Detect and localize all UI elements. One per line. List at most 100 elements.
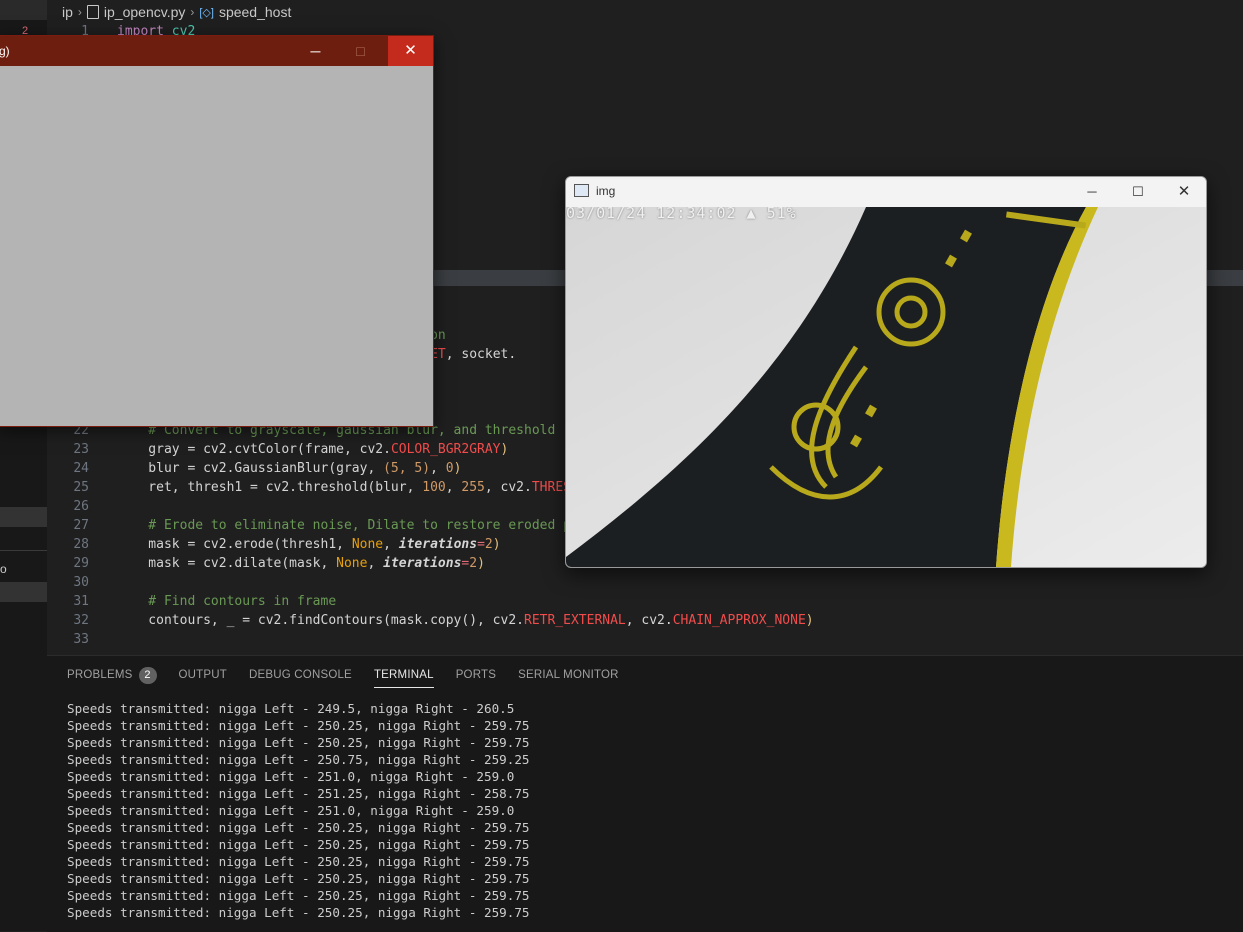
terminal-line: Speeds transmitted: nigga Left - 250.25,…: [67, 820, 530, 835]
line-number: 32: [73, 613, 89, 628]
line-number: 29: [73, 556, 89, 571]
code-token: =: [477, 537, 485, 552]
code-token: ,: [430, 461, 446, 476]
code-token: (5, 5): [383, 461, 431, 476]
code-token: ): [805, 613, 814, 628]
code-token: None: [336, 556, 368, 571]
line-number: 26: [73, 499, 89, 514]
window-title: img: [596, 184, 616, 198]
code-text: ret, thresh1 = cv2.threshold(blur, 100 , …: [117, 478, 579, 497]
terminal-line: Speeds transmitted: nigga Left - 250.25,…: [67, 718, 530, 733]
code-token: ): [453, 461, 462, 476]
tab-label: TERMINAL: [373, 669, 434, 681]
tab-label: DEBUG CONSOLE: [249, 669, 352, 681]
code-token: COLOR_BGR2GRAY: [390, 442, 501, 457]
terminal-line: Speeds transmitted: nigga Left - 251.0, …: [67, 803, 515, 818]
code-token: ,: [445, 480, 462, 495]
terminal-line: Speeds transmitted: nigga Left - 251.25,…: [67, 786, 530, 801]
terminal-line: Speeds transmitted: nigga Left - 250.25,…: [67, 735, 530, 750]
code-token: , socket.: [445, 347, 517, 362]
sidebar-row[interactable]: [0, 0, 47, 20]
code-token: 2: [469, 556, 478, 571]
sidebar-row-selected-2[interactable]: [0, 582, 47, 602]
code-token: None: [351, 537, 384, 552]
tab-label: PROBLEMS: [67, 669, 133, 681]
terminal-line: Speeds transmitted: nigga Left - 250.25,…: [67, 888, 530, 903]
line-number: 31: [73, 594, 89, 609]
code-token: 2: [484, 537, 493, 552]
terminal-output[interactable]: Speeds transmitted: nigga Left - 249.5, …: [67, 700, 530, 921]
code-token: contours, _ = cv2.findContours(mask.copy…: [117, 613, 524, 628]
tab-problems[interactable]: PROBLEMS 2: [67, 666, 168, 692]
maximize-button[interactable]: ☐: [1115, 177, 1161, 207]
sidebar-row-selected[interactable]: [0, 507, 47, 527]
camera-image: [566, 207, 1206, 567]
line-number: 30: [73, 575, 89, 590]
code-token: ,: [367, 556, 384, 571]
breadcrumb: ip › ip_opencv.py › [◇] speed_host: [62, 3, 291, 21]
sidebar-divider: [0, 550, 47, 551]
line-number: 27: [73, 518, 89, 533]
bottom-panel: PROBLEMS 2 OUTPUT DEBUG CONSOLE TERMINAL PORT…: [47, 655, 1243, 932]
chevron-right-icon: ›: [190, 5, 195, 19]
camera-frame: 03/01/24 12:34:02 ▲ 51%: [566, 207, 1206, 567]
code-line[interactable]: 33: [47, 630, 1243, 649]
code-text: contours, _ = cv2.findContours(mask.copy…: [117, 611, 814, 630]
sidebar-item-label[interactable]: o: [0, 562, 7, 576]
tab-debug-console[interactable]: DEBUG CONSOLE: [238, 666, 363, 692]
window-titlebar[interactable]: img ─ ☐ ✕: [566, 177, 1206, 207]
line-number: 23: [73, 442, 89, 457]
terminal-line: Speeds transmitted: nigga Left - 250.25,…: [67, 905, 530, 920]
code-token: CHAIN_APPROX_NONE: [672, 613, 806, 628]
tab-label: PORTS: [455, 669, 497, 681]
line-number: 33: [73, 632, 89, 647]
chevron-right-icon: ›: [77, 5, 82, 19]
tab-label: SERIAL MONITOR: [518, 669, 619, 681]
tab-ports[interactable]: PORTS: [445, 666, 507, 692]
window-titlebar[interactable]: g) ─ □ ✕: [0, 36, 433, 66]
maximize-button[interactable]: □: [338, 36, 383, 66]
problems-count-badge: 2: [138, 667, 157, 684]
minimize-button[interactable]: ─: [293, 36, 338, 66]
terminal-line: Speeds transmitted: nigga Left - 250.25,…: [67, 837, 530, 852]
file-icon: [86, 5, 99, 19]
close-button[interactable]: ✕: [1161, 177, 1206, 207]
code-token: mask = cv2.dilate(mask,: [117, 556, 337, 571]
code-line[interactable]: 31 # Find contours in frame: [47, 592, 1243, 611]
code-token: ,: [383, 537, 399, 552]
breadcrumb-file[interactable]: ip_opencv.py: [104, 4, 185, 20]
opencv-window-mask[interactable]: g) ─ □ ✕: [0, 35, 434, 427]
code-token: gray = cv2.cvtColor(frame, cv2.: [117, 442, 391, 457]
code-text: mask = cv2.erode(thresh1, None, iteratio…: [117, 535, 500, 554]
minimize-button[interactable]: ─: [1069, 177, 1115, 207]
close-button[interactable]: ✕: [388, 36, 433, 66]
window-title: g): [0, 44, 10, 58]
code-text: # Find contours in frame: [117, 592, 336, 611]
tab-output[interactable]: OUTPUT: [168, 666, 238, 692]
terminal-line: Speeds transmitted: nigga Left - 250.25,…: [67, 871, 530, 886]
code-token: 100: [422, 480, 446, 495]
breadcrumb-folder[interactable]: ip: [62, 4, 73, 20]
code-line[interactable]: 32 contours, _ = cv2.findContours(mask.c…: [47, 611, 1243, 630]
code-token: RETR_EXTERNAL: [524, 613, 626, 628]
code-text: gray = cv2.cvtColor(frame, cv2.COLOR_BGR…: [117, 440, 508, 459]
terminal-line: Speeds transmitted: nigga Left - 250.25,…: [67, 854, 530, 869]
code-text: mask = cv2.dilate(mask, None, iterations…: [117, 554, 485, 573]
opencv-window-img[interactable]: img ─ ☐ ✕ 03/01/24 12:34:02 ▲ 51%: [565, 176, 1207, 568]
tab-label: OUTPUT: [178, 669, 227, 681]
code-token: # Erode to eliminate noise, Dilate to re…: [117, 518, 579, 533]
code-line[interactable]: 30: [47, 573, 1243, 592]
terminal-line: Speeds transmitted: nigga Left - 251.0, …: [67, 769, 515, 784]
line-number: 24: [73, 461, 89, 476]
tab-terminal[interactable]: TERMINAL: [363, 666, 445, 692]
tab-serial-monitor[interactable]: SERIAL MONITOR: [507, 666, 630, 692]
code-token: iterations: [398, 537, 478, 552]
breadcrumb-symbol[interactable]: speed_host: [219, 4, 291, 20]
code-token: ): [500, 442, 509, 457]
code-token: 255: [461, 480, 485, 495]
code-token: # Find contours in frame: [117, 594, 337, 609]
code-text: blur = cv2.GaussianBlur(gray, (5, 5), 0): [117, 459, 461, 478]
terminal-line: Speeds transmitted: nigga Left - 250.75,…: [67, 752, 530, 767]
code-token: mask = cv2.erode(thresh1,: [117, 537, 352, 552]
code-token: , cv2.: [484, 480, 532, 495]
